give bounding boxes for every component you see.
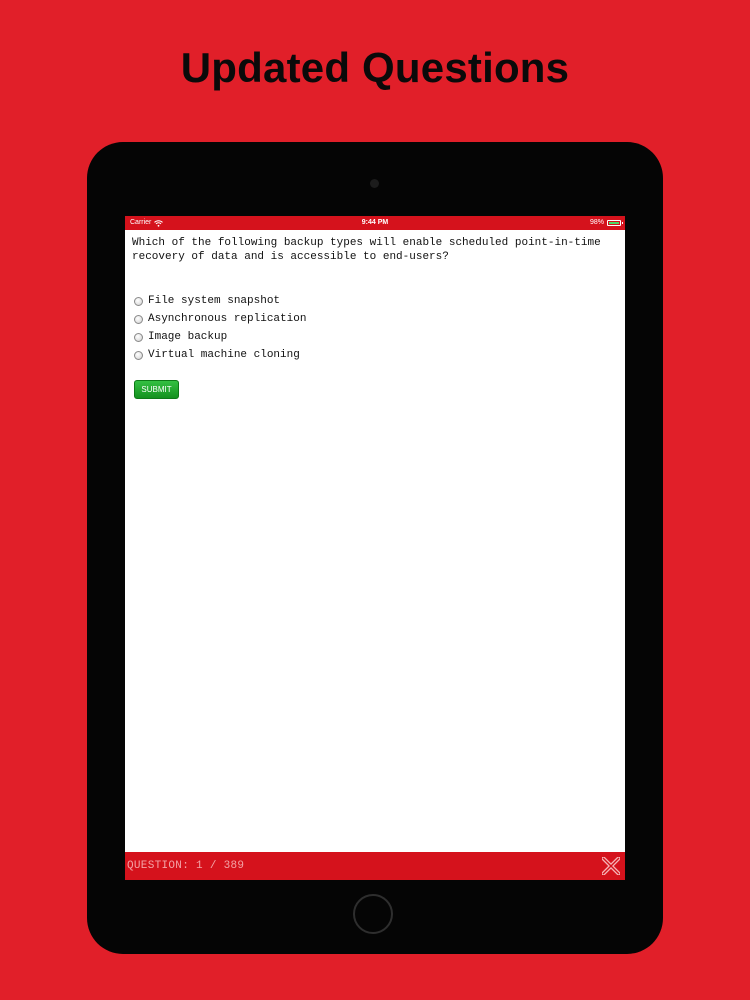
battery-icon: [607, 220, 623, 226]
answer-option-label: Asynchronous replication: [148, 313, 307, 325]
answer-option[interactable]: Virtual machine cloning: [132, 346, 618, 364]
status-bar: Carrier 9:44 PM 98%: [125, 216, 625, 230]
status-time: 9:44 PM: [361, 219, 389, 226]
question-counter: QUESTION: 1 / 389: [127, 860, 245, 872]
battery-level: [609, 222, 619, 224]
radio-button-icon[interactable]: [134, 314, 143, 324]
answer-options: File system snapshot Asynchronous replic…: [132, 292, 618, 364]
answer-option-label: Virtual machine cloning: [148, 349, 300, 361]
close-x-icon[interactable]: [602, 857, 620, 875]
answer-option-label: File system snapshot: [148, 295, 281, 307]
answer-option[interactable]: Asynchronous replication: [132, 310, 618, 328]
battery-percent: 98%: [589, 219, 604, 226]
promo-headline: Updated Questions: [180, 44, 570, 91]
quiz-content: Which of the following backup types will…: [132, 236, 618, 380]
app-screen: Carrier 9:44 PM 98% Which of the followi…: [125, 216, 625, 880]
answer-option[interactable]: File system snapshot: [132, 292, 618, 310]
answer-option[interactable]: Image backup: [132, 328, 618, 346]
submit-button[interactable]: SUBMIT: [134, 380, 179, 399]
answer-option-label: Image backup: [148, 331, 228, 343]
front-camera: [370, 179, 379, 188]
tablet-frame: Carrier 9:44 PM 98% Which of the followi…: [87, 142, 663, 954]
radio-button-icon[interactable]: [134, 350, 143, 360]
status-right: 98%: [589, 216, 623, 230]
question-text: Which of the following backup types will…: [132, 237, 601, 263]
bottom-bar: QUESTION: 1 / 389: [125, 852, 625, 880]
radio-button-icon[interactable]: [134, 332, 143, 342]
home-button[interactable]: [353, 894, 393, 934]
radio-button-icon[interactable]: [134, 296, 143, 306]
